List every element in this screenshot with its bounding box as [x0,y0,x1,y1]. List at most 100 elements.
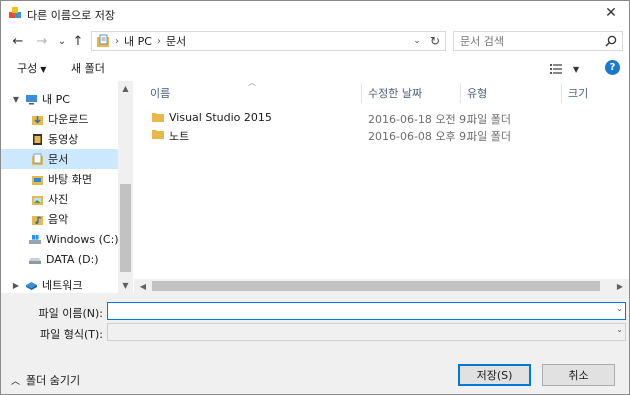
sidebar-item-desktop[interactable]: 바탕 화면 [1,169,119,189]
address-history-dropdown[interactable]: ⌄ [410,33,424,49]
file-name: 노트 [169,130,190,143]
back-button[interactable]: ← [9,31,27,51]
table-row[interactable]: Visual Studio 2015 2016-06-18 오전 9... 파일… [134,109,629,126]
chevron-up-icon: ︿ [11,376,21,387]
scroll-down-arrow-icon[interactable]: ▼ [118,278,133,293]
downloads-folder-icon [32,115,43,125]
caret-down-icon: ▼ [573,64,580,74]
refresh-button[interactable]: ↻ [427,33,443,49]
sidebar-item-videos[interactable]: 동영상 [1,129,119,149]
save-options-panel: 파일 이름(N): ⌄ 파일 형식(T): ⌄ ︿ 폴더 숨기기 저장(S) 취… [1,293,629,394]
sidebar-item-label: 내 PC [42,93,70,106]
sidebar-item-pictures[interactable]: 사진 [1,189,119,209]
window-title: 다른 이름으로 저장 [27,9,115,22]
close-icon: ✕ [605,5,617,21]
pictures-folder-icon [32,195,43,205]
forward-button[interactable]: → [33,31,51,51]
file-name: Visual Studio 2015 [169,111,272,124]
address-bar[interactable]: › 내 PC › 문서 ⌄ ↻ [91,31,446,51]
filename-combobox[interactable]: ⌄ [107,302,626,320]
sidebar-item-this-pc[interactable]: ▼ 내 PC [1,89,119,109]
column-header-size[interactable]: 크기 [562,83,622,103]
chevron-down-icon[interactable]: ⌄ [616,325,623,334]
sidebar-item-label: 다운로드 [48,113,89,126]
sidebar-item-label: DATA (D:) [46,252,99,266]
app-icon [9,7,21,18]
help-icon: ? [609,62,616,73]
navigation-pane-scrollbar[interactable]: ▲ ▼ [118,81,133,293]
breadcrumb-separator-icon: › [115,35,119,47]
sidebar-item-label: 사진 [48,193,69,206]
column-header-label: 이름 [150,87,171,100]
scrollbar-thumb[interactable] [120,184,131,272]
system-drive-icon [29,234,41,244]
hide-folders-toggle[interactable]: ︿ 폴더 숨기기 [11,372,80,388]
scroll-up-arrow-icon[interactable]: ▲ [118,81,133,96]
filetype-select[interactable]: ⌄ [107,323,626,341]
filename-label: 파일 이름(N): [38,307,104,320]
save-button[interactable]: 저장(S) [458,364,531,386]
music-folder-icon [32,215,43,225]
sidebar-item-windows-drive[interactable]: Windows (C:) [1,229,119,249]
chevron-down-icon[interactable]: ⌄ [616,304,623,313]
navigation-pane: ▼ 내 PC 다운로드 동영상 문서 바탕 화면 사진 음악 Windows (… [1,81,133,293]
expand-arrow-icon[interactable]: ▼ [11,95,21,104]
scroll-right-arrow-icon[interactable]: ▶ [613,279,627,293]
save-button-label: 저장(S) [476,369,513,382]
change-view-button[interactable]: ▼ [550,61,582,77]
command-bar: 구성 ▼ 새 폴더 ▼ ? [1,57,629,79]
file-list: ︿ 이름 수정한 날짜 유형 크기 Visual Studio 2015 201… [134,79,629,293]
organize-label: 구성 [17,62,38,75]
scroll-left-arrow-icon[interactable]: ◀ [136,279,150,293]
breadcrumb-this-pc[interactable]: 내 PC [124,33,152,49]
sidebar-item-downloads[interactable]: 다운로드 [1,109,119,129]
expand-arrow-icon[interactable]: ▶ [11,281,21,290]
new-folder-button[interactable]: 새 폴더 [71,60,105,76]
hide-folders-label: 폴더 숨기기 [26,374,81,387]
help-button[interactable]: ? [605,60,620,75]
column-header-type[interactable]: 유형 [461,83,561,103]
folder-icon [152,130,164,139]
filename-input[interactable] [108,303,604,319]
column-header-modified[interactable]: 수정한 날짜 [362,83,460,103]
column-header-label: 유형 [467,87,488,100]
breadcrumb-documents[interactable]: 문서 [166,33,186,49]
file-type: 파일 폴더 [467,113,511,126]
table-row[interactable]: 노트 2016-06-08 오후 9... 파일 폴더 [134,126,629,143]
file-modified: 2016-06-18 오전 9... [368,113,477,126]
chevron-down-icon: ⌄ [57,35,67,47]
up-arrow-icon: ↑ [72,33,84,49]
network-icon [26,281,37,290]
caret-down-icon: ▼ [40,65,47,74]
sidebar-item-label: 바탕 화면 [48,173,92,186]
drive-icon [29,257,41,264]
cancel-button[interactable]: 취소 [542,364,615,386]
file-list-horizontal-scrollbar[interactable]: ◀ ▶ [134,279,629,293]
search-input[interactable] [454,32,594,50]
search-box[interactable] [453,31,623,51]
sidebar-item-label: 동영상 [48,133,79,146]
back-arrow-icon: ← [12,33,24,49]
organize-button[interactable]: 구성 ▼ [17,60,46,76]
sidebar-item-data-drive[interactable]: DATA (D:) [1,249,119,269]
file-type: 파일 폴더 [467,130,511,143]
sidebar-item-documents[interactable]: 문서 [1,149,119,169]
videos-folder-icon [33,133,42,145]
search-icon[interactable] [604,34,618,48]
folder-icon [152,113,164,122]
close-button[interactable]: ✕ [593,1,629,25]
sidebar-item-music[interactable]: 음악 [1,209,119,229]
column-header-label: 수정한 날짜 [368,87,423,100]
cancel-button-label: 취소 [568,369,589,382]
scrollbar-thumb[interactable] [152,281,600,291]
column-header-name[interactable]: 이름 [144,83,362,103]
column-header-label: 크기 [568,87,589,100]
sidebar-item-network[interactable]: ▶ 네트워크 [1,275,119,293]
save-as-dialog: 다른 이름으로 저장 ✕ ← → ⌄ ↑ › 내 PC › 문서 ⌄ ↻ 문서 … [0,0,630,395]
computer-icon [26,94,37,104]
documents-location-icon [97,34,109,47]
up-button[interactable]: ↑ [69,31,87,51]
breadcrumb-separator-icon: › [156,35,161,47]
title-bar: 다른 이름으로 저장 ✕ [1,1,629,27]
new-folder-label: 새 폴더 [71,62,105,75]
